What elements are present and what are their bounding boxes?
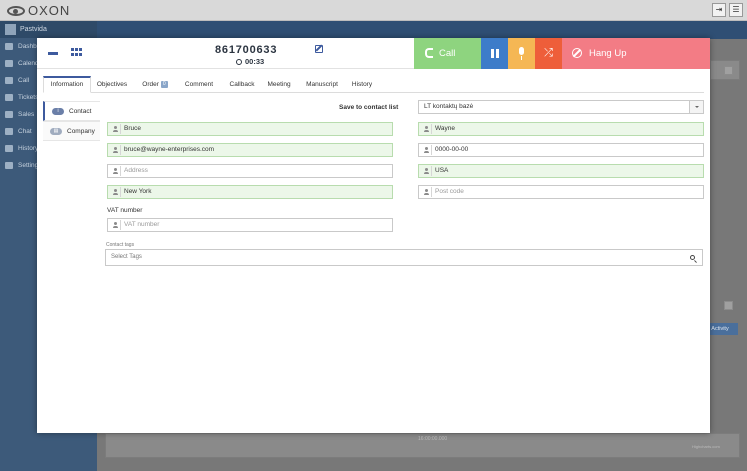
hang-up-button[interactable]: Hang Up (562, 38, 710, 69)
mute-button[interactable] (508, 38, 535, 69)
building-icon: ▤ (50, 128, 62, 135)
tab-history[interactable]: History (348, 76, 376, 93)
transfer-button[interactable]: ⤮ (535, 38, 562, 69)
tab-manuscript[interactable]: Manuscript (303, 76, 341, 93)
user-icon (112, 222, 118, 228)
hold-button[interactable] (481, 38, 508, 69)
contact-subnav: i Contact ▤ Company (43, 101, 100, 141)
chat-icon (5, 128, 13, 135)
first-name-field[interactable]: Bruce (107, 122, 393, 136)
shuffle-icon: ⤮ (544, 47, 553, 59)
tab-bar: Information Objectives Order 0 Comment Ca… (43, 76, 704, 93)
cart-icon (5, 111, 13, 118)
microphone-icon (519, 47, 524, 55)
vat-field[interactable]: VAT number (107, 218, 393, 232)
history-icon (5, 145, 13, 152)
call-button[interactable]: Call (414, 38, 481, 69)
call-header: 861700633 00:33 Call ⤮ Hang Up (37, 38, 710, 69)
subnav-company[interactable]: ▤ Company (43, 121, 100, 141)
user-icon (112, 189, 118, 195)
postcode-field[interactable]: Post code (418, 185, 704, 199)
user-icon (423, 126, 429, 132)
email-field[interactable]: bruce@wayne-enterprises.com (107, 143, 393, 157)
order-count-badge: 0 (160, 80, 168, 88)
bg-chart-credit: Highcharts.com (692, 444, 720, 449)
chevron-down-icon[interactable] (689, 101, 703, 113)
eye-logo-icon (7, 5, 25, 16)
user-icon (112, 147, 118, 153)
logout-icon[interactable]: ⇥ (712, 3, 726, 17)
sidebar-user[interactable]: Pastvida (0, 21, 97, 38)
ticket-icon (5, 94, 13, 101)
tab-objectives[interactable]: Objectives (95, 76, 129, 93)
calendar-icon (5, 60, 13, 67)
menu-icon[interactable]: ☰ (729, 3, 743, 17)
city-field[interactable]: New York (107, 185, 393, 199)
call-timer: 00:33 (236, 57, 264, 66)
phone-icon (5, 77, 13, 84)
birth-date-field[interactable]: 0000-00-00 (418, 143, 704, 157)
logo-text: OXON (28, 3, 71, 18)
tab-callback[interactable]: Callback (227, 76, 257, 93)
bg-chart-xlabel: 16:00:00.000 (418, 436, 448, 442)
user-icon (112, 126, 118, 132)
tab-comment[interactable]: Comment (183, 76, 215, 93)
subnav-contact[interactable]: i Contact (43, 101, 100, 121)
phone-icon (425, 48, 433, 58)
contact-tags-label: Contact tags (106, 242, 135, 248)
app-topbar: OXON ⇥ ☰ (0, 0, 747, 21)
gear-icon (5, 162, 13, 169)
app-logo: OXON (7, 3, 70, 18)
user-icon (423, 147, 429, 153)
phone-number: 861700633 (215, 44, 278, 56)
dialpad-icon[interactable] (71, 48, 82, 57)
ban-icon (572, 48, 582, 58)
dashboard-icon (5, 43, 13, 50)
user-icon (423, 168, 429, 174)
country-field[interactable]: USA (418, 164, 704, 178)
vat-label: VAT number (107, 207, 143, 214)
app-header-strip (97, 21, 747, 39)
user-icon (112, 168, 118, 174)
search-icon[interactable] (690, 255, 695, 260)
address-field[interactable]: Address (107, 164, 393, 178)
clock-icon (236, 58, 242, 65)
save-to-contact-list-label: Save to contact list (339, 104, 399, 111)
last-name-field[interactable]: Wayne (418, 122, 704, 136)
contact-list-select[interactable]: LT kontaktų bazė (418, 100, 704, 114)
bg-dropdown-icon[interactable] (724, 66, 733, 75)
tab-meeting[interactable]: Meeting (265, 76, 293, 93)
tab-order[interactable]: Order 0 (139, 76, 171, 93)
tab-information[interactable]: Information (43, 76, 91, 93)
info-icon: i (52, 108, 64, 115)
minimize-icon[interactable] (48, 52, 58, 55)
tags-input[interactable]: Select Tags (105, 249, 703, 266)
user-icon (423, 189, 429, 195)
call-modal: 861700633 00:33 Call ⤮ Hang Up Informati… (37, 38, 710, 433)
bg-dropdown-icon[interactable] (724, 301, 733, 310)
edit-icon[interactable] (315, 45, 323, 53)
